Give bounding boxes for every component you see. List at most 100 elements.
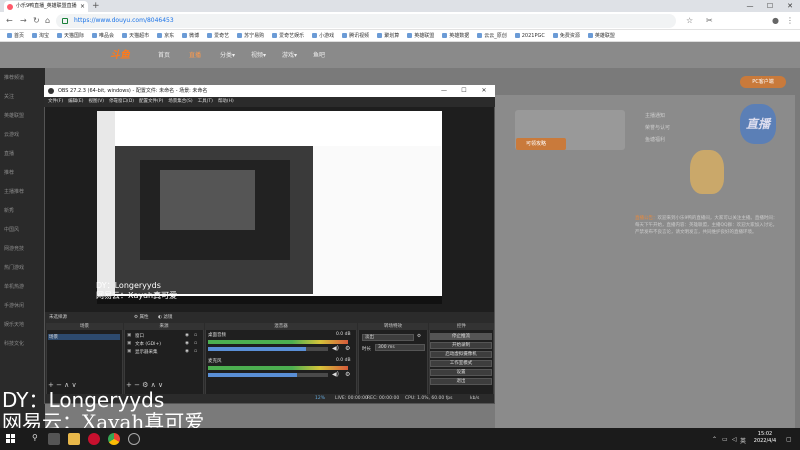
sidebar-item[interactable]: 关注: [4, 93, 44, 100]
obs-menu-item[interactable]: 视图(V): [88, 97, 104, 107]
bookmark-item[interactable]: 淘宝: [29, 30, 52, 41]
obs-menu-item[interactable]: 帮助(H): [218, 97, 234, 107]
reload-icon[interactable]: ↻: [33, 14, 40, 28]
chrome-icon[interactable]: [108, 433, 120, 445]
netease-music-icon[interactable]: [88, 433, 100, 445]
right-link[interactable]: 鱼塘福利: [645, 134, 725, 146]
search-icon[interactable]: ⚲: [32, 433, 38, 442]
bookmark-item[interactable]: 京东: [154, 30, 177, 41]
mixer-settings-icon[interactable]: ⚙: [345, 345, 350, 352]
sidebar-item[interactable]: 新秀: [4, 207, 44, 214]
sidebar-item[interactable]: 热门游戏: [4, 264, 44, 271]
sidebar-item[interactable]: 单机热游: [4, 283, 44, 290]
menu-icon[interactable]: ⋮: [786, 14, 794, 28]
control-button[interactable]: 设置: [430, 369, 492, 376]
control-button[interactable]: 开始录制: [430, 342, 492, 349]
source-item[interactable]: 显示器采集: [135, 349, 158, 355]
home-icon[interactable]: ⌂: [45, 14, 50, 28]
task-view-icon[interactable]: [48, 433, 60, 445]
control-button[interactable]: 退出: [430, 378, 492, 385]
visibility-eye-icon[interactable]: ◉: [185, 341, 189, 346]
maximize-button[interactable]: ☐: [760, 0, 780, 12]
obs-maximize-button[interactable]: ☐: [454, 85, 474, 97]
lock-icon[interactable]: ▫: [194, 333, 197, 338]
browser-tab[interactable]: 小乐9鸭直播_英雄联盟直播 ×: [4, 1, 88, 12]
follow-button[interactable]: 可领攻略: [516, 138, 566, 150]
minimize-button[interactable]: —: [740, 0, 760, 12]
sidebar-item[interactable]: 直播: [4, 150, 44, 157]
site-nav-item[interactable]: 分类▾: [220, 50, 235, 59]
bookmark-item[interactable]: 唯品会: [89, 30, 117, 41]
duration-field[interactable]: 300 ms: [375, 344, 425, 351]
obs-menu-item[interactable]: 工具(T): [198, 97, 213, 107]
obs-menu-item[interactable]: 配置文件(P): [139, 97, 163, 107]
url-field[interactable]: https://www.douyu.com/8046453: [56, 14, 676, 28]
bookmark-item[interactable]: 爱奇艺: [204, 30, 232, 41]
bookmark-item[interactable]: 天猫国际: [54, 30, 87, 41]
visibility-eye-icon[interactable]: ◉: [185, 349, 189, 354]
account-icon[interactable]: ●: [772, 14, 779, 28]
sidebar-item[interactable]: 推荐频道: [4, 74, 44, 81]
file-explorer-icon[interactable]: [68, 433, 80, 445]
obs-menu-item[interactable]: 编辑(E): [68, 97, 83, 107]
site-nav-item[interactable]: 游戏▾: [282, 50, 297, 59]
ime-indicator[interactable]: 英: [740, 436, 746, 445]
sidebar-item[interactable]: 云游戏: [4, 131, 44, 138]
sidebar-item[interactable]: 手游休闲: [4, 302, 44, 309]
source-item[interactable]: 窗口: [135, 333, 144, 339]
bookmark-item[interactable]: 聚划算: [374, 30, 402, 41]
control-button[interactable]: 启动虚拟摄像机: [430, 351, 492, 358]
source-item[interactable]: 文本 (GDI+): [135, 341, 161, 347]
site-nav-item[interactable]: 首页: [158, 50, 170, 59]
bookmark-item[interactable]: 小游戏: [309, 30, 337, 41]
windows-start-icon[interactable]: [6, 434, 16, 444]
control-button[interactable]: 工作室模式: [430, 360, 492, 367]
bookmark-item[interactable]: 英雄联盟: [585, 30, 618, 41]
sidebar-item[interactable]: 推荐: [4, 169, 44, 176]
bookmark-item[interactable]: 云云_原创: [474, 30, 510, 41]
sidebar-item[interactable]: 科技文化: [4, 340, 44, 347]
bookmark-star-icon[interactable]: ☆: [686, 14, 693, 28]
site-nav-item[interactable]: 直播: [189, 50, 201, 59]
transition-settings-icon[interactable]: ⚙: [417, 334, 421, 339]
extension-icon[interactable]: ✂: [706, 14, 713, 28]
bookmark-item[interactable]: 2021PGC: [512, 30, 548, 41]
bookmark-item[interactable]: 英雄数据: [439, 30, 472, 41]
network-icon[interactable]: ▭: [722, 436, 728, 443]
mixer-settings-icon[interactable]: ⚙: [345, 371, 350, 378]
bookmark-item[interactable]: 英雄联盟: [404, 30, 437, 41]
speaker-icon[interactable]: ◀): [332, 345, 339, 352]
obs-minimize-button[interactable]: —: [434, 85, 454, 97]
transition-select[interactable]: 淡出: [362, 334, 414, 341]
right-link[interactable]: 荣誉与认可: [645, 122, 725, 134]
bookmark-item[interactable]: 苏宁易购: [234, 30, 267, 41]
control-button[interactable]: 停止推流: [430, 333, 492, 340]
notification-icon[interactable]: ▢: [786, 436, 792, 443]
visibility-eye-icon[interactable]: ◉: [185, 333, 189, 338]
side-badge[interactable]: 直播: [740, 104, 776, 144]
sidebar-item[interactable]: 英雄联盟: [4, 112, 44, 119]
volume-icon[interactable]: ◁: [732, 436, 737, 443]
obs-menu-item[interactable]: 停靠窗口(D): [109, 97, 134, 107]
obs-menu-item[interactable]: 文件(F): [48, 97, 63, 107]
tray-up-icon[interactable]: ⌃: [712, 436, 717, 443]
sidebar-item[interactable]: 中国风: [4, 226, 44, 233]
bookmark-item[interactable]: 首页: [4, 30, 27, 41]
forward-icon[interactable]: →: [20, 14, 27, 28]
new-tab-button[interactable]: +: [92, 0, 100, 12]
site-nav-item[interactable]: 视频▾: [251, 50, 266, 59]
obs-menu-item[interactable]: 场景集合(S): [168, 97, 192, 107]
speaker-icon[interactable]: ◀): [332, 371, 339, 378]
back-icon[interactable]: ←: [6, 14, 13, 28]
lock-icon[interactable]: ▫: [194, 349, 197, 354]
bookmark-item[interactable]: 天猫超市: [119, 30, 152, 41]
site-nav-item[interactable]: 鱼吧: [313, 50, 325, 59]
right-link[interactable]: 主播通知: [645, 110, 725, 122]
close-window-button[interactable]: ✕: [780, 0, 800, 12]
bookmark-item[interactable]: 免费资源: [550, 30, 583, 41]
properties-button[interactable]: ⚙ 属性: [134, 313, 148, 323]
sidebar-item[interactable]: 主播推荐: [4, 188, 44, 195]
tab-close-icon[interactable]: ×: [80, 1, 85, 12]
clock[interactable]: 15:02 2022/4/4: [748, 431, 782, 445]
lock-icon[interactable]: ▫: [194, 341, 197, 346]
